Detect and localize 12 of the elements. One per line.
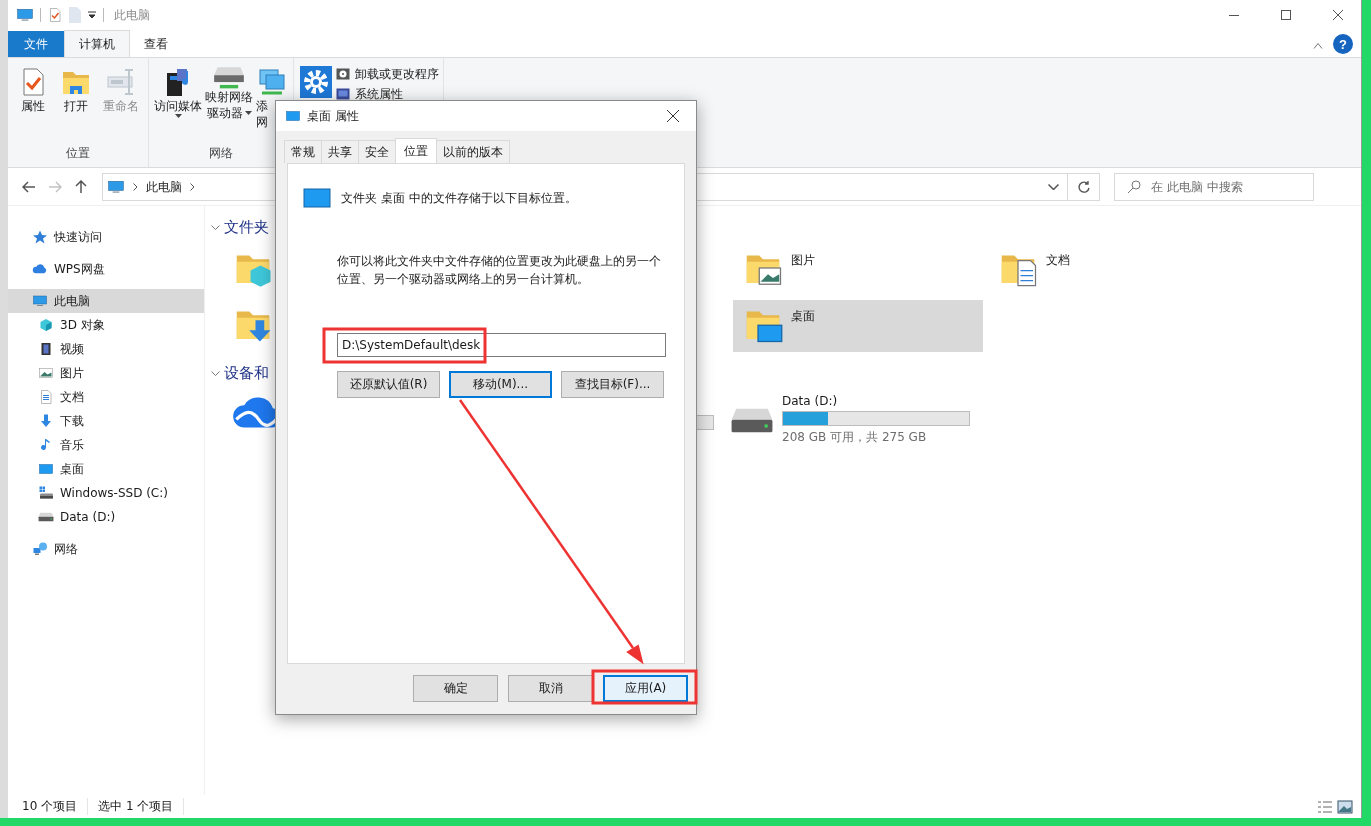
group-header: 文件夹: [224, 217, 269, 237]
free-space-text: 208 GB 可用，共 275 GB: [782, 429, 928, 446]
group-header: 设备和: [224, 363, 269, 383]
drive-name: Data (D:): [782, 394, 839, 408]
location-description: 你可以将此文件夹中文件存储的位置更改为此硬盘上的另一个位置、另一个驱动器或网络上的另一台计算机。: [337, 253, 662, 288]
status-text: 10 个项目: [22, 798, 89, 815]
location-heading: 文件夹 桌面 中的文件存储于以下目标位置。: [341, 189, 577, 207]
dialog-title: 桌面 属性: [307, 107, 359, 125]
group-label: 网络: [209, 145, 233, 162]
group-label: 位置: [66, 145, 90, 162]
window-title: 此电脑: [114, 6, 150, 24]
status-text: 选中 1 个项目: [98, 798, 185, 815]
